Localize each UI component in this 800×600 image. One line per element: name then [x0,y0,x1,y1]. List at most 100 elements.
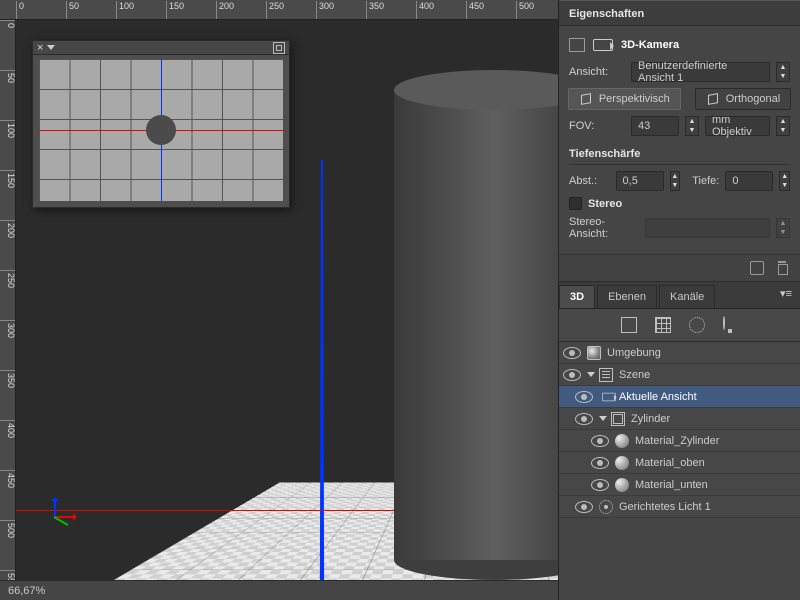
stereo-checkbox[interactable] [569,197,582,210]
camera-icon [593,39,613,51]
perspective-button[interactable]: Perspektivisch [568,88,681,110]
return-icon[interactable] [750,261,764,275]
panel-menu-icon[interactable]: ▾≡ [772,282,800,308]
perspective-label: Perspektivisch [599,93,670,105]
tiefe-input[interactable]: 0 [725,171,773,191]
orthogonal-label: Orthogonal [726,93,780,105]
scene-icon [599,368,613,382]
view-select-value: Benutzerdefinierte Ansicht 1 [638,60,763,84]
scene-panel: 3D Ebenen Kanäle ▾≡ Umgebung [559,282,800,600]
tab-channels[interactable]: Kanäle [659,285,715,308]
dof-section-title: Tiefenschärfe [569,142,790,165]
light-icon [599,500,613,514]
orthogonal-button[interactable]: Orthogonal [695,88,791,110]
expand-toggle[interactable] [599,416,607,421]
lens-value: mm Objektiv [712,114,763,138]
abst-input[interactable]: 0,5 [616,171,664,191]
tiefe-stepper[interactable]: ▲▼ [779,171,790,191]
layer-umgebung[interactable]: Umgebung [559,342,800,364]
mesh-icon [611,412,625,426]
properties-object-name: 3D-Kamera [621,39,679,51]
abst-stepper[interactable]: ▲▼ [670,171,681,191]
filter-icon[interactable] [621,317,637,333]
layer-label: Gerichtetes Licht 1 [619,501,711,513]
secondary-view-canvas[interactable] [39,59,283,201]
layer-label: Umgebung [607,347,661,359]
app-frame: 0501001502002503003504004505005506006507… [0,0,800,600]
trash-icon[interactable] [776,261,790,275]
material-icon [615,478,629,492]
properties-footer-tools [559,254,800,282]
properties-panel: Eigenschaften 3D-Kamera Ansicht: Benutze… [559,0,800,282]
orthogonal-icon [706,92,720,106]
3d-viewport[interactable]: × [16,20,558,580]
view-select[interactable]: Benutzerdefinierte Ansicht 1 [631,62,770,82]
camera-icon [602,392,616,400]
view-select-stepper[interactable]: ▲▼ [776,62,790,82]
layer-label: Material_unten [635,479,708,491]
stereo-view-stepper: ▲▼ [776,218,790,238]
light-icon[interactable] [723,317,739,333]
tab-layers[interactable]: Ebenen [597,285,657,308]
environment-icon [587,346,601,360]
abst-label: Abst.: [569,175,610,187]
lens-select[interactable]: mm Objektiv [705,116,770,136]
layer-label: Zylinder [631,413,670,425]
lens-stepper[interactable]: ▲▼ [776,116,790,136]
gizmo-y-axis[interactable] [54,498,56,518]
visibility-toggle[interactable] [563,369,581,381]
grid-icon[interactable] [655,317,671,333]
tab-3d[interactable]: 3D [559,285,595,308]
layer-material-oben[interactable]: Material_oben [559,452,800,474]
layer-zylinder[interactable]: Zylinder [559,408,800,430]
fov-input[interactable]: 43 [631,116,679,136]
stereo-view-select [645,218,770,238]
expand-icon[interactable] [273,42,285,54]
close-icon[interactable]: × [37,42,43,54]
perspective-icon [579,92,593,106]
layer-gerichtetes-licht[interactable]: Gerichtetes Licht 1 [559,496,800,518]
layer-aktuelle-ansicht[interactable]: Aktuelle Ansicht [559,386,800,408]
scene-toolbar [559,309,800,342]
fov-value: 43 [638,120,650,132]
fov-stepper[interactable]: ▲▼ [685,116,699,136]
ruler-horizontal: 0501001502002503003504004505005506006507… [0,0,558,20]
layer-material-unten[interactable]: Material_unten [559,474,800,496]
view-label: Ansicht: [569,66,625,78]
expand-toggle[interactable] [587,372,595,377]
layer-material-zylinder[interactable]: Material_Zylinder [559,430,800,452]
secondary-view-panel[interactable]: × [32,40,290,208]
visibility-toggle[interactable] [591,479,609,491]
fov-label: FOV: [569,120,625,132]
dropdown-icon[interactable] [47,45,55,50]
cylinder-mesh[interactable] [394,70,558,570]
material-icon [615,434,629,448]
secondary-view-header[interactable]: × [33,41,289,55]
add-light-icon[interactable] [689,317,705,333]
layer-label: Material_oben [635,457,705,469]
layer-label: Material_Zylinder [635,435,719,447]
stereo-label: Stereo [588,198,622,210]
scene-tree[interactable]: Umgebung Szene Aktuelle Ansicht [559,342,800,600]
visibility-toggle[interactable] [591,457,609,469]
layer-label: Szene [619,369,650,381]
layer-label: Aktuelle Ansicht [619,391,697,403]
properties-panel-title: Eigenschaften [559,0,800,26]
visibility-toggle[interactable] [575,391,593,403]
mini-cylinder-top[interactable] [146,115,176,145]
visibility-toggle[interactable] [563,347,581,359]
scene-panel-tabs: 3D Ebenen Kanäle ▾≡ [559,282,800,309]
status-bar: 66,67% [0,580,558,600]
visibility-toggle[interactable] [591,435,609,447]
abst-value: 0,5 [623,175,638,187]
visibility-toggle[interactable] [575,501,593,513]
material-icon [615,456,629,470]
zoom-level[interactable]: 66,67% [8,585,45,597]
layer-szene[interactable]: Szene [559,364,800,386]
visibility-toggle[interactable] [575,413,593,425]
properties-object-header: 3D-Kamera [569,34,790,56]
camera-fill-icon [569,38,585,52]
stereo-view-label: Stereo-Ansicht: [569,216,639,240]
ruler-vertical: 0501001502002503003504004505005506006507… [0,20,16,580]
axis-gizmo[interactable] [46,490,86,530]
